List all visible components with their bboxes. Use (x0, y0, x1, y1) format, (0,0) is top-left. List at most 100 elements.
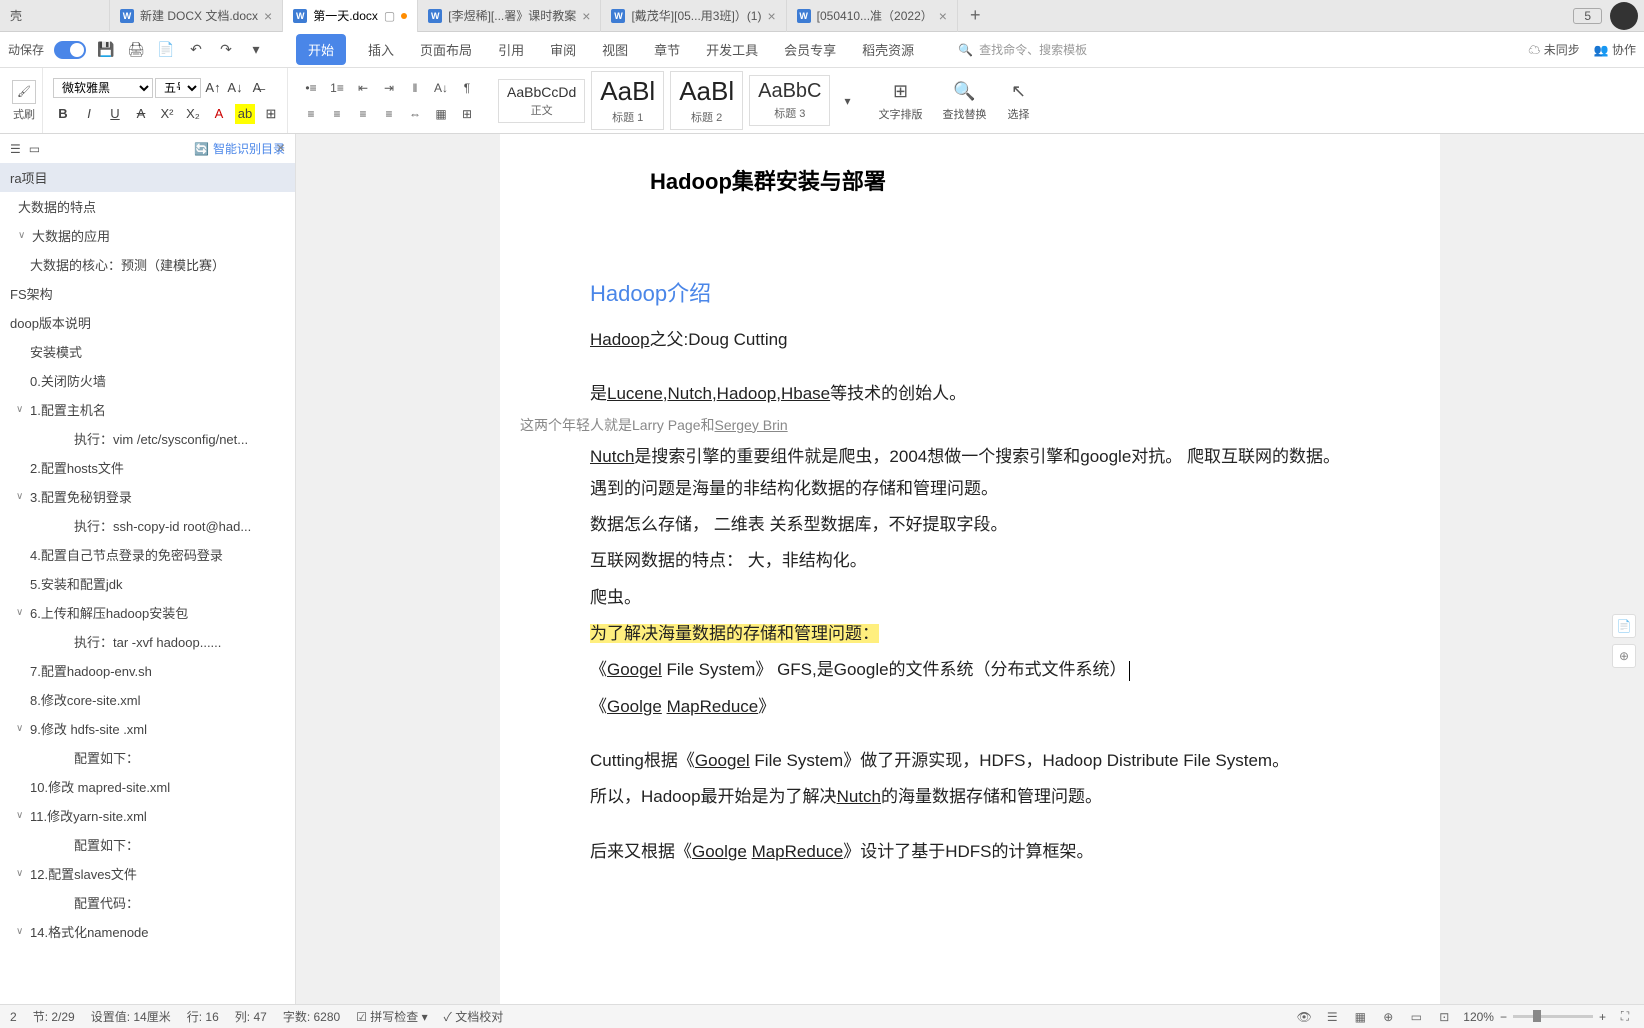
subscript-button[interactable]: X₂ (183, 104, 203, 124)
status-setting[interactable]: 设置值: 14厘米 (91, 1008, 171, 1025)
toc-item[interactable]: 配置代码： (0, 888, 295, 917)
menu-ref[interactable]: 引用 (494, 34, 528, 65)
tab-doc-3[interactable]: W[李煜稀][...署》课时教案× (418, 0, 601, 32)
find-replace-tool[interactable]: 🔍查找替换 (934, 80, 994, 122)
dropdown-icon[interactable]: ▾ (246, 40, 266, 60)
view-read-icon[interactable]: ▭ (1407, 1008, 1425, 1026)
font-color-button[interactable]: A (209, 104, 229, 124)
float-tool-1[interactable]: 📄 (1612, 614, 1636, 638)
char-border-button[interactable]: ⊞ (261, 104, 281, 124)
menu-chapter[interactable]: 章节 (650, 34, 684, 65)
menu-insert[interactable]: 插入 (364, 34, 398, 65)
toc-item[interactable]: ∨3.配置免秘钥登录 (0, 482, 295, 511)
text-layout-tool[interactable]: ⊞文字排版 (870, 80, 930, 122)
eye-icon[interactable]: 👁 (1295, 1008, 1313, 1026)
fit-width-icon[interactable]: ⊡ (1435, 1008, 1453, 1026)
document-area[interactable]: Hadoop集群安装与部署 Hadoop介绍 Hadoop之父:Doug Cut… (296, 134, 1644, 1004)
superscript-button[interactable]: X² (157, 104, 177, 124)
font-name-select[interactable]: 微软雅黑 (53, 78, 153, 98)
toc-item[interactable]: 10.修改 mapred-site.xml (0, 772, 295, 801)
status-page[interactable]: 2 (10, 1010, 17, 1024)
highlight-button[interactable]: ab (235, 104, 255, 124)
align-right-button[interactable]: ≡ (352, 104, 374, 124)
toc-item[interactable]: ∨11.修改yarn-site.xml (0, 801, 295, 830)
toc-item[interactable]: ∨14.格式化namenode (0, 917, 295, 946)
styles-more-button[interactable]: ▾ (836, 91, 858, 111)
toc-item[interactable]: 2.配置hosts文件 (0, 453, 295, 482)
toc-item[interactable]: 执行：ssh-copy-id root@had... (0, 511, 295, 540)
grow-font-icon[interactable]: A↑ (203, 78, 223, 98)
zoom-out-icon[interactable]: − (1500, 1010, 1507, 1024)
status-words[interactable]: 字数: 6280 (283, 1008, 340, 1025)
borders-button[interactable]: ⊞ (456, 104, 478, 124)
toc-item[interactable]: 执行：tar -xvf hadoop...... (0, 627, 295, 656)
document-page[interactable]: Hadoop集群安装与部署 Hadoop介绍 Hadoop之父:Doug Cut… (500, 134, 1440, 1004)
toc-item[interactable]: 执行：vim /etc/sysconfig/net... (0, 424, 295, 453)
line-spacing-button[interactable]: ‖ (404, 78, 426, 98)
menu-view[interactable]: 视图 (598, 34, 632, 65)
distribute-button[interactable]: ⇔ (404, 104, 426, 124)
toc-item[interactable]: 0.关闭防火墙 (0, 366, 295, 395)
bold-button[interactable]: B (53, 104, 73, 124)
zoom-control[interactable]: 120% − + (1463, 1010, 1606, 1024)
toc-item[interactable]: ra项目 (0, 163, 295, 192)
collab-button[interactable]: 👥 协作 (1594, 41, 1636, 58)
outdent-button[interactable]: ⇤ (352, 78, 374, 98)
close-icon[interactable]: × (939, 8, 947, 24)
view-outline-icon[interactable]: ☰ (1323, 1008, 1341, 1026)
unsync-button[interactable]: ☁ 未同步 (1528, 41, 1579, 58)
tab-shell[interactable]: 壳 (0, 0, 110, 32)
undo-icon[interactable]: ↶ (186, 40, 206, 60)
menu-review[interactable]: 审阅 (546, 34, 580, 65)
shading-button[interactable]: ▦ (430, 104, 452, 124)
menu-res[interactable]: 稻壳资源 (858, 34, 918, 65)
bookmark-icon[interactable]: ▭ (29, 142, 40, 156)
close-icon[interactable]: × (767, 8, 775, 24)
zoom-in-icon[interactable]: + (1599, 1010, 1606, 1024)
numbering-button[interactable]: 1≡ (326, 78, 348, 98)
proof-button[interactable]: ✓ 文档校对 (444, 1008, 504, 1025)
menu-layout[interactable]: 页面布局 (416, 34, 476, 65)
close-icon[interactable]: × (264, 8, 272, 24)
status-line[interactable]: 行: 16 (187, 1008, 219, 1025)
spell-check-button[interactable]: ☑ 拼写检查 ▾ (356, 1008, 427, 1025)
toc-item[interactable]: 配置如下： (0, 830, 295, 859)
save-icon[interactable]: 💾 (96, 40, 116, 60)
zoom-slider[interactable] (1513, 1015, 1593, 1018)
bullets-button[interactable]: •≡ (300, 78, 322, 98)
style-h3[interactable]: AaBbC标题 3 (749, 75, 830, 126)
toc-icon[interactable]: ☰ (10, 142, 21, 156)
toc-item[interactable]: 8.修改core-site.xml (0, 685, 295, 714)
clear-format-icon[interactable]: A̶ (247, 78, 267, 98)
sort-button[interactable]: A↓ (430, 78, 452, 98)
toc-item[interactable]: ∨大数据的应用 (0, 221, 295, 250)
view-page-icon[interactable]: ▦ (1351, 1008, 1369, 1026)
style-normal[interactable]: AaBbCcDd正文 (498, 79, 585, 123)
tab-doc-active[interactable]: W第一天.docx▢ (283, 0, 418, 32)
preview-icon[interactable]: 📄 (156, 40, 176, 60)
format-painter[interactable]: 🖌式刷 (12, 80, 36, 122)
toc-item[interactable]: ∨12.配置slaves文件 (0, 859, 295, 888)
toc-item[interactable]: doop版本说明 (0, 308, 295, 337)
tab-doc-5[interactable]: W[050410...准（2022）× (787, 0, 958, 32)
menu-dev[interactable]: 开发工具 (702, 34, 762, 65)
status-col[interactable]: 列: 47 (235, 1008, 267, 1025)
toc-item[interactable]: ∨6.上传和解压hadoop安装包 (0, 598, 295, 627)
toc-item[interactable]: ∨9.修改 hdfs-site .xml (0, 714, 295, 743)
align-left-button[interactable]: ≡ (300, 104, 322, 124)
indent-button[interactable]: ⇥ (378, 78, 400, 98)
float-tool-2[interactable]: ⊕ (1612, 644, 1636, 668)
smart-toc-button[interactable]: 🔄智能识别目录 (194, 140, 285, 157)
close-sidebar-button[interactable]: × (276, 140, 285, 158)
align-center-button[interactable]: ≡ (326, 104, 348, 124)
toc-item[interactable]: FS架构 (0, 279, 295, 308)
menu-vip[interactable]: 会员专享 (780, 34, 840, 65)
font-size-select[interactable]: 五号 (155, 78, 201, 98)
select-tool[interactable]: ↖选择 (998, 80, 1038, 122)
italic-button[interactable]: I (79, 104, 99, 124)
redo-icon[interactable]: ↷ (216, 40, 236, 60)
close-icon[interactable]: × (582, 8, 590, 24)
underline-button[interactable]: U (105, 104, 125, 124)
command-search[interactable]: 🔍查找命令、搜索模板 (958, 41, 1087, 58)
avatar[interactable] (1610, 2, 1638, 30)
